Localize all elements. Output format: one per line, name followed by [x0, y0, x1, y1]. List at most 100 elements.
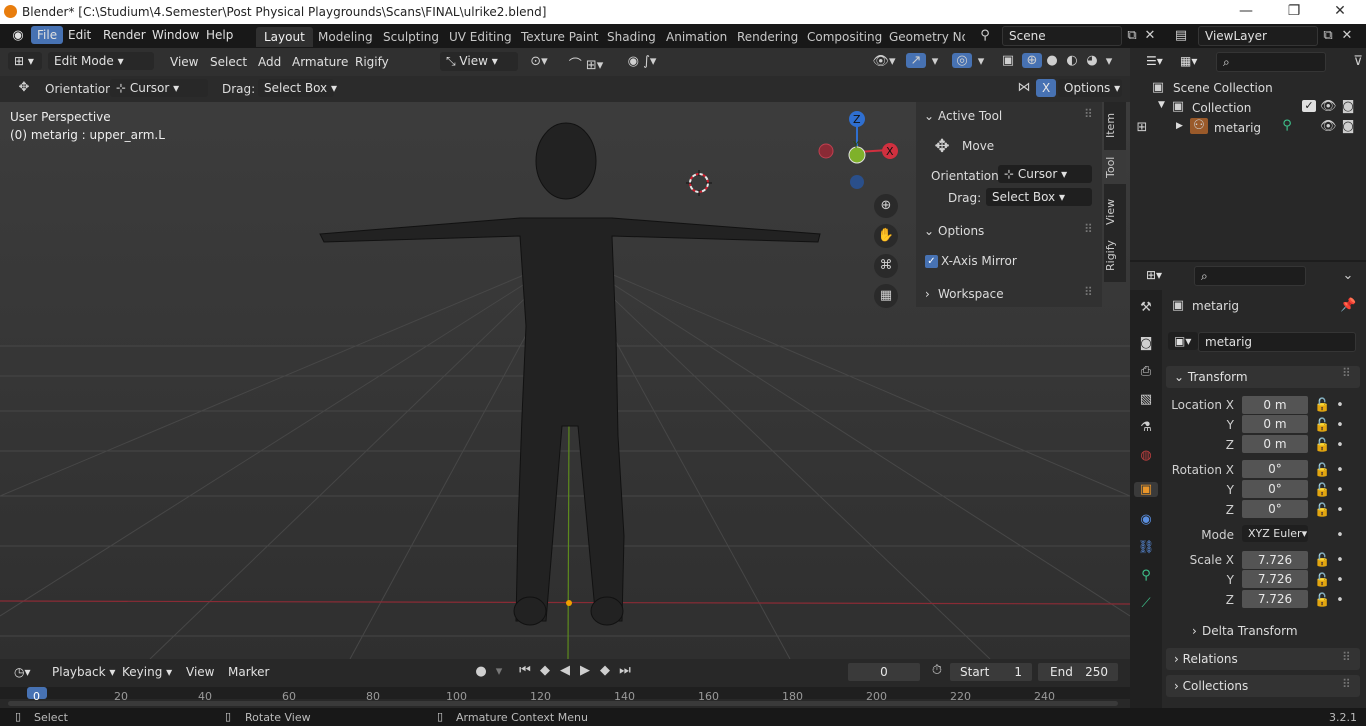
drag-handle-icon[interactable]: ⠿ — [1342, 677, 1351, 691]
overlays-dropdown-icon[interactable]: ▾ — [974, 54, 988, 69]
bone-tab-icon[interactable]: ⟋ — [1136, 596, 1156, 611]
snap-icon[interactable]: ⌒ ⊞▾ — [560, 54, 612, 73]
timeline-menu-marker[interactable]: Marker — [228, 665, 269, 679]
close-icon[interactable]: ✕ — [1320, 3, 1360, 19]
keyframe-dot-icon[interactable]: • — [1334, 398, 1346, 413]
orientation-dropdown[interactable]: ⊹ Cursor ▾ — [998, 165, 1092, 183]
tab-animation[interactable]: Animation — [658, 27, 735, 47]
orientation-dropdown[interactable]: ⊹ Cursor ▾ — [110, 79, 208, 97]
perspective-grid-icon[interactable]: ▦ — [874, 284, 898, 308]
menu-help[interactable]: Help — [206, 28, 233, 42]
workspace-title[interactable]: Workspace — [938, 287, 1004, 301]
relations-panel-header[interactable]: › Relations — [1166, 648, 1360, 670]
drag-handle-icon[interactable]: ⠿ — [1342, 366, 1351, 380]
eye-icon[interactable]: 👁 — [1320, 99, 1337, 114]
camera-render-icon[interactable]: ◙ — [1340, 99, 1356, 114]
x-mirror-button[interactable]: X — [1036, 79, 1057, 97]
material-shading-icon[interactable]: ◐ — [1062, 53, 1082, 68]
tool-tab-icon[interactable]: ⚒ — [1136, 300, 1156, 315]
properties-search-input[interactable]: ⌕ — [1194, 266, 1306, 286]
lock-icon[interactable]: 🔓 — [1314, 398, 1330, 413]
start-frame-field[interactable]: Start 1 — [950, 663, 1032, 681]
tab-view[interactable]: View — [1104, 192, 1126, 232]
rotation-z-field[interactable]: 0° — [1242, 500, 1308, 518]
armature-data-tab-icon[interactable]: ⚲ — [1136, 568, 1156, 583]
tab-item[interactable]: Item — [1104, 108, 1126, 142]
active-tool-title[interactable]: Active Tool — [938, 109, 1002, 123]
keyframe-dot-icon[interactable]: • — [1334, 418, 1346, 433]
chevron-down-icon[interactable]: ⌄ — [924, 224, 934, 238]
view-layer-selector[interactable]: ViewLayer — [1198, 26, 1318, 46]
checkbox-icon[interactable]: ✓ — [1302, 100, 1316, 112]
copy-scene-icon[interactable]: ⧉ — [1124, 28, 1140, 43]
view-layer-icon[interactable]: ▤ — [1168, 28, 1194, 43]
delta-transform-title[interactable]: Delta Transform — [1202, 624, 1298, 638]
scene-collection-label[interactable]: Scene Collection — [1173, 81, 1273, 95]
menu-view[interactable]: View — [170, 55, 198, 69]
keyframe-dot-icon[interactable]: • — [1334, 573, 1346, 588]
playback-menu[interactable]: Playback ▾ — [46, 663, 115, 681]
drag-dropdown[interactable]: Select Box ▾ — [258, 79, 337, 97]
editor-type-selector[interactable]: ⊞▾ — [1140, 266, 1170, 284]
scale-y-field[interactable]: 7.726 — [1242, 570, 1308, 588]
render-tab-icon[interactable]: ◙ — [1136, 336, 1156, 351]
overlays-icon[interactable]: ◎ — [952, 53, 972, 68]
menu-rigify[interactable]: Rigify — [355, 55, 389, 69]
chevron-right-icon[interactable]: › — [925, 287, 930, 301]
rendered-shading-icon[interactable]: ◕ — [1082, 53, 1102, 68]
tab-layout[interactable]: Layout — [256, 27, 313, 47]
tab-sculpting[interactable]: Sculpting — [375, 27, 447, 47]
menu-add[interactable]: Add — [258, 55, 281, 69]
editor-type-selector[interactable]: ☰▾ — [1140, 52, 1170, 70]
lock-icon[interactable]: 🔓 — [1314, 593, 1330, 608]
mode-selector[interactable]: Edit Mode ▾ — [48, 52, 154, 70]
auto-key-dropdown-icon[interactable]: ▾ — [492, 664, 506, 679]
menu-select[interactable]: Select — [210, 55, 247, 69]
drag-handle-icon[interactable]: ⠿ — [1342, 650, 1351, 664]
scale-x-field[interactable]: 7.726 — [1242, 551, 1308, 569]
play-icon[interactable]: ▶ — [576, 663, 594, 678]
gizmo-dropdown-icon[interactable]: ▾ — [928, 54, 942, 69]
collection-label[interactable]: Collection — [1192, 101, 1251, 115]
display-mode-selector[interactable]: ▦▾ — [1174, 52, 1206, 70]
pin-icon[interactable]: 📌 — [1340, 298, 1356, 313]
eye-icon[interactable]: 👁 — [1320, 119, 1337, 134]
scene-tab-icon[interactable]: ⚗ — [1136, 420, 1156, 435]
object-tab-icon[interactable]: ▣ — [1134, 482, 1158, 497]
datablock-browse-icon[interactable]: ▣▾ — [1168, 332, 1198, 350]
menu-file[interactable]: File — [31, 26, 64, 44]
rotation-y-field[interactable]: 0° — [1242, 480, 1308, 498]
next-keyframe-icon[interactable]: ◆ — [596, 663, 614, 678]
menu-window[interactable]: Window — [152, 28, 199, 42]
blender-menu-icon[interactable]: ◉ — [8, 28, 28, 43]
scene-icon[interactable]: ⚲ — [972, 28, 998, 43]
tab-compositing[interactable]: Compositing — [799, 27, 890, 47]
keyframe-dot-icon[interactable]: • — [1334, 483, 1346, 498]
tab-uv-editing[interactable]: UV Editing — [441, 27, 520, 47]
drag-handle-icon[interactable]: ⠿ — [1084, 107, 1093, 121]
record-icon[interactable]: ● — [472, 664, 490, 679]
tab-tool[interactable]: Tool — [1104, 150, 1126, 184]
jump-end-icon[interactable]: ⏭ — [616, 663, 634, 678]
editor-type-selector[interactable]: ⊞ ▾ — [8, 52, 42, 70]
keyframe-dot-icon[interactable]: • — [1334, 528, 1346, 543]
lock-icon[interactable]: 🔓 — [1314, 553, 1330, 568]
solid-shading-icon[interactable]: ● — [1042, 53, 1062, 68]
xmirror-checkbox[interactable]: ✓ — [925, 255, 938, 268]
delete-scene-icon[interactable]: ✕ — [1143, 28, 1157, 43]
expand-arrow-icon[interactable]: ▶ — [1176, 121, 1183, 131]
tab-texture-paint[interactable]: Texture Paint — [513, 27, 606, 47]
tab-rigify[interactable]: Rigify — [1104, 236, 1126, 276]
visibility-icon[interactable]: 👁▾ — [872, 54, 896, 69]
options-dropdown[interactable]: Options ▾ — [1058, 79, 1122, 97]
tab-geometry-nodes[interactable]: Geometry Noc — [881, 27, 965, 47]
keying-menu[interactable]: Keying ▾ — [116, 663, 174, 681]
menu-edit[interactable]: Edit — [68, 28, 91, 42]
maximize-icon[interactable]: ❐ — [1274, 3, 1314, 19]
constraints-tab-icon[interactable]: ⛓ — [1136, 540, 1156, 555]
drag-dropdown[interactable]: Select Box ▾ — [986, 188, 1092, 206]
proportional-editing-icon[interactable]: ◉ ∫▾ — [618, 54, 666, 69]
lock-icon[interactable]: 🔓 — [1314, 438, 1330, 453]
drag-handle-icon[interactable]: ⠿ — [1084, 222, 1093, 236]
menu-render[interactable]: Render — [103, 28, 146, 42]
